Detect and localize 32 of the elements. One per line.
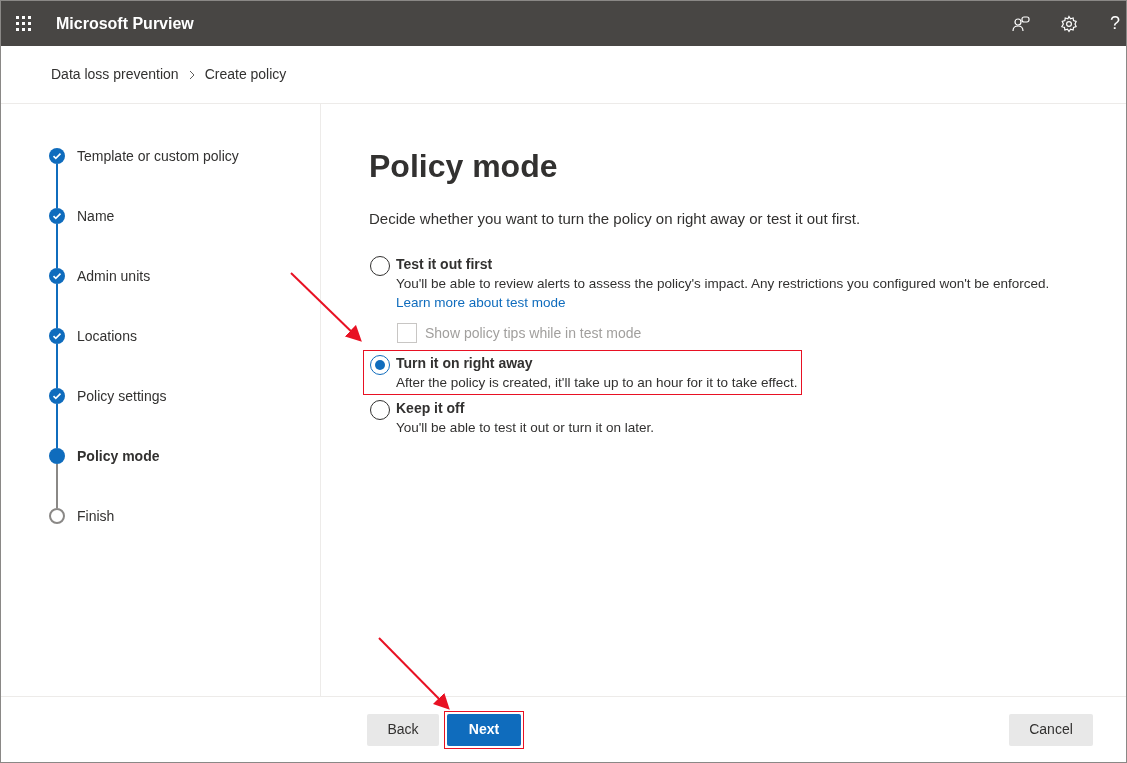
- breadcrumb-link[interactable]: Data loss prevention: [51, 64, 179, 85]
- breadcrumb-current: Create policy: [204, 65, 287, 84]
- settings-icon[interactable]: [1060, 14, 1078, 33]
- app-name: Microsoft Purview: [56, 13, 194, 34]
- step-label: Finish: [77, 506, 115, 526]
- learn-more-link[interactable]: Learn more about test mode: [396, 294, 566, 310]
- option-label[interactable]: Keep it off: [396, 397, 654, 418]
- radio-button[interactable]: [370, 354, 390, 375]
- option-description: You'll be able to test it out or turn it on later.: [396, 418, 654, 437]
- radio-button[interactable]: [370, 255, 390, 276]
- option-label[interactable]: Turn it on right away: [396, 352, 798, 373]
- page-title: Policy mode: [369, 147, 559, 186]
- back-button[interactable]: Back: [367, 713, 439, 746]
- people-icon[interactable]: [1012, 14, 1030, 33]
- step-label: Name: [77, 206, 115, 226]
- option-label[interactable]: Test it out first: [396, 253, 1106, 274]
- help-button[interactable]: ?: [1108, 10, 1122, 37]
- cancel-button[interactable]: Cancel: [1009, 713, 1093, 746]
- option-description: After the policy is created, it'll take up to an hour for it to take effect.: [396, 373, 798, 392]
- next-button[interactable]: Next: [447, 713, 521, 746]
- radio-button[interactable]: [370, 399, 390, 420]
- step-label: Locations: [77, 326, 137, 346]
- step-label: Policy settings: [77, 386, 167, 406]
- option-description: You'll be able to review alerts to assess the policy's impact. Any restrictions you configured won't be enforced. Learn more about test mode: [396, 274, 1051, 312]
- chevron-right-icon: [187, 69, 196, 80]
- step-label: Admin units: [77, 266, 151, 286]
- step-label: Policy mode: [77, 446, 160, 466]
- checkbox-label: Show policy tips while in test mode: [425, 323, 642, 343]
- page-description: Decide whether you want to turn the policy on right away or test it out first.: [369, 209, 862, 229]
- step-label: Template or custom policy: [77, 146, 239, 166]
- annotation-arrow: [290, 272, 362, 342]
- app-launcher-icon[interactable]: [16, 15, 32, 32]
